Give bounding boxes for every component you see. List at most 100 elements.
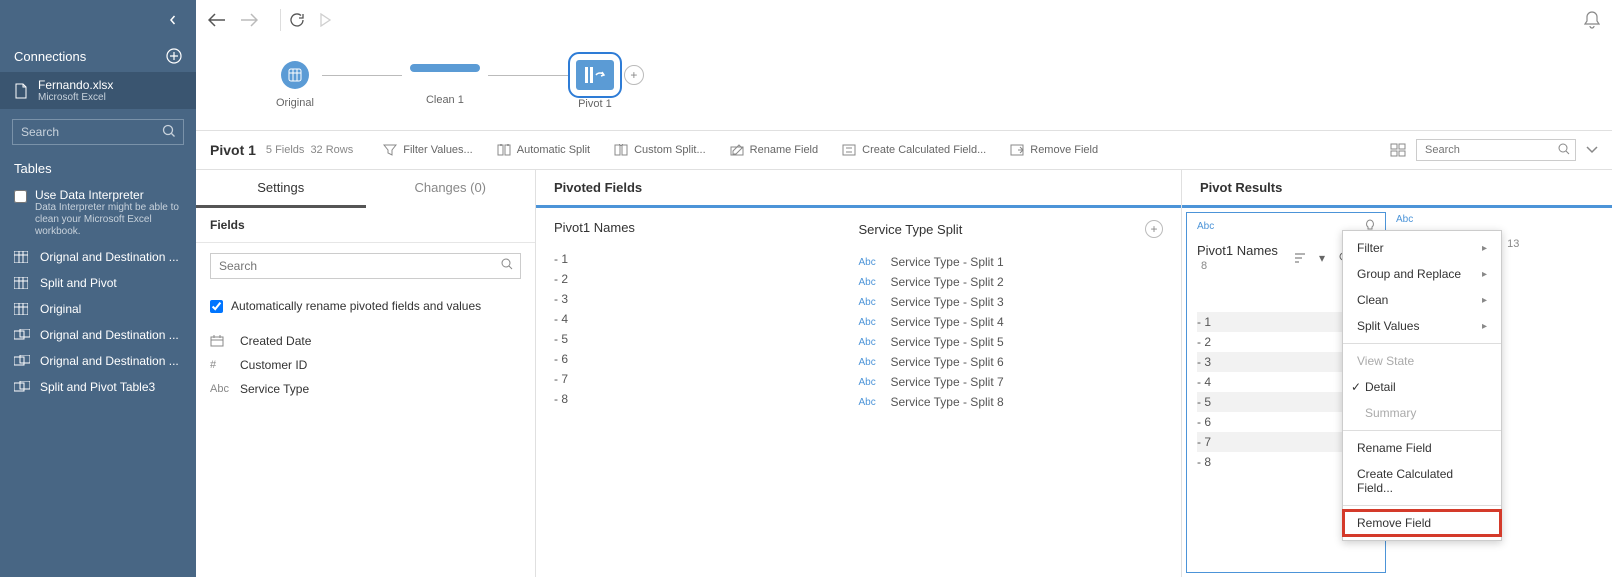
remove-field-button[interactable]: Remove Field [1000, 140, 1108, 160]
menu-create-calc[interactable]: Create Calculated Field... [1343, 461, 1501, 501]
automatic-split-button[interactable]: Automatic Split [487, 140, 600, 160]
menu-clean[interactable]: Clean▸ [1343, 287, 1501, 313]
calc-icon [842, 144, 856, 156]
pivot-split-value[interactable]: AbcService Type - Split 8 [859, 392, 1164, 412]
pivot-split-value[interactable]: AbcService Type - Split 3 [859, 292, 1164, 312]
menu-remove-field[interactable]: Remove Field [1343, 510, 1501, 536]
pivot-split-value[interactable]: AbcService Type - Split 5 [859, 332, 1164, 352]
expand-icon[interactable] [1586, 146, 1598, 154]
auto-rename-checkbox[interactable] [210, 300, 223, 313]
field-item[interactable]: Created Date [196, 329, 535, 353]
field-list: Created Date # Customer ID AbcService Type [196, 323, 535, 407]
step-name: Pivot 1 [210, 142, 256, 158]
create-calc-button[interactable]: Create Calculated Field... [832, 140, 996, 160]
rename-field-button[interactable]: Rename Field [720, 140, 828, 160]
pivot-name-value[interactable]: - 2 [554, 269, 859, 289]
pivot-split-value[interactable]: AbcService Type - Split 2 [859, 272, 1164, 292]
pivot-split-value[interactable]: AbcService Type - Split 6 [859, 352, 1164, 372]
pivot-results-pane: Pivot Results Abc Pivot1 Names 8 ▾ ⋯ [1182, 170, 1612, 577]
sidebar-collapse-button[interactable] [0, 0, 196, 40]
sidebar-search-input[interactable] [12, 119, 184, 145]
auto-rename-label: Automatically rename pivoted fields and … [231, 299, 481, 313]
run-button[interactable] [319, 13, 331, 27]
add-step-button[interactable]: + [624, 65, 644, 85]
pivot-name-value[interactable]: - 1 [554, 249, 859, 269]
auto-split-icon [497, 144, 511, 156]
pivot-name-value[interactable]: - 8 [554, 389, 859, 409]
step-toolbar: Pivot 1 5 Fields 32 Rows Filter Values..… [196, 130, 1612, 170]
result-column-count: 8 [1201, 260, 1207, 272]
tab-changes[interactable]: Changes (0) [366, 170, 536, 208]
table-item[interactable]: Orignal and Destination ... [0, 244, 196, 270]
result-column-title: Pivot1 Names [1197, 243, 1278, 258]
settings-pane: Settings Changes (0) Fields Automaticall… [196, 170, 536, 577]
table-item[interactable]: Split and Pivot [0, 270, 196, 296]
field-label: Customer ID [240, 358, 307, 372]
table-item[interactable]: Original [0, 296, 196, 322]
pivot-name-value[interactable]: - 6 [554, 349, 859, 369]
add-connection-icon[interactable] [166, 48, 182, 64]
dropdown-icon[interactable]: ▾ [1313, 249, 1331, 267]
refresh-button[interactable] [289, 12, 305, 28]
data-interpreter-checkbox[interactable] [14, 190, 27, 203]
pivot-name-value[interactable]: - 7 [554, 369, 859, 389]
table-list: Orignal and Destination ...Split and Piv… [0, 244, 196, 400]
connection-subtitle: Microsoft Excel [38, 92, 113, 103]
pivot-split-value[interactable]: AbcService Type - Split 1 [859, 252, 1164, 272]
flow-node-original[interactable]: Original [276, 61, 314, 109]
flow-node-pivot[interactable]: Pivot 1 [576, 60, 614, 110]
connection-item[interactable]: Fernando.xlsx Microsoft Excel [0, 72, 196, 109]
table-item[interactable]: Orignal and Destination ... [0, 322, 196, 348]
forward-button[interactable] [240, 13, 258, 27]
table-item[interactable]: Orignal and Destination ... [0, 348, 196, 374]
grid-view-icon[interactable] [1390, 143, 1406, 157]
field-label: Service Type [240, 382, 309, 396]
pivot-name-value[interactable]: - 4 [554, 309, 859, 329]
results-search-input[interactable] [1416, 139, 1576, 161]
custom-split-button[interactable]: Custom Split... [604, 140, 716, 160]
pivot-name-value[interactable]: - 5 [554, 329, 859, 349]
flow-node-label: Clean 1 [426, 94, 464, 106]
table-item[interactable]: Split and Pivot Table3 [0, 374, 196, 400]
tables-header: Tables [0, 155, 196, 182]
abc-type-icon: Abc [859, 377, 881, 388]
connections-label: Connections [14, 49, 86, 64]
topbar [196, 0, 1612, 40]
pivot-split-value[interactable]: AbcService Type - Split 7 [859, 372, 1164, 392]
search-icon [501, 258, 513, 270]
tab-settings[interactable]: Settings [196, 170, 366, 208]
abc-type-icon: Abc [859, 317, 881, 328]
menu-group-replace[interactable]: Group and Replace▸ [1343, 261, 1501, 287]
flow-canvas[interactable]: Original Clean 1 Pivot 1 + [196, 40, 1612, 130]
filter-values-button[interactable]: Filter Values... [373, 140, 483, 160]
sidebar-search [12, 119, 184, 145]
context-menu: Filter▸ Group and Replace▸ Clean▸ Split … [1342, 230, 1502, 541]
pivot-split-value[interactable]: AbcService Type - Split 4 [859, 312, 1164, 332]
sidebar: Connections Fernando.xlsx Microsoft Exce… [0, 0, 196, 577]
menu-split-values[interactable]: Split Values▸ [1343, 313, 1501, 339]
menu-detail[interactable]: ✓Detail [1343, 374, 1501, 400]
data-interpreter-label: Use Data Interpreter [35, 188, 182, 202]
search-icon [162, 124, 176, 138]
fields-search-input[interactable] [210, 253, 521, 279]
pivoted-fields-header: Pivoted Fields [536, 170, 1181, 208]
menu-rename-field[interactable]: Rename Field [1343, 435, 1501, 461]
add-pivot-column-button[interactable]: + [1145, 220, 1163, 238]
field-item[interactable]: AbcService Type [196, 377, 535, 401]
sort-icon[interactable] [1291, 249, 1309, 267]
num-type-icon: # [210, 359, 230, 371]
menu-filter[interactable]: Filter▸ [1343, 235, 1501, 261]
fields-count: 5 Fields [266, 144, 305, 156]
back-button[interactable] [208, 13, 226, 27]
abc-type-icon: Abc [859, 337, 881, 348]
remove-icon [1010, 144, 1024, 156]
rows-count: 32 Rows [310, 144, 353, 156]
flow-node-clean[interactable]: Clean 1 [410, 64, 480, 106]
pivot-name-value[interactable]: - 3 [554, 289, 859, 309]
notification-icon[interactable] [1584, 11, 1600, 29]
menu-summary: Summary [1343, 400, 1501, 426]
field-item[interactable]: # Customer ID [196, 353, 535, 377]
table-item-label: Orignal and Destination ... [40, 354, 179, 368]
abc-type-icon: Abc [859, 297, 881, 308]
rename-icon [730, 144, 744, 156]
